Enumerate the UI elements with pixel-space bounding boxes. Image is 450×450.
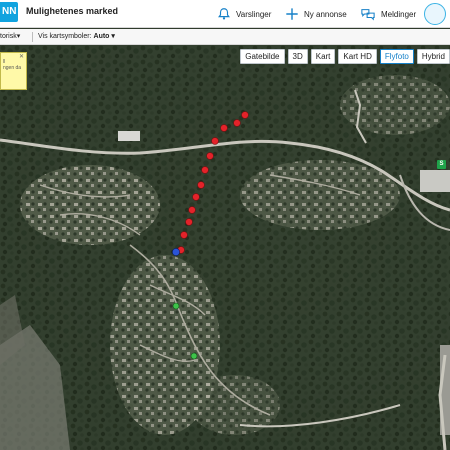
history-dropdown[interactable]: torisk▾ [0,32,20,40]
messages-label: Meldinger [381,9,417,19]
notifications-label: Varslinger [236,9,272,19]
map-type-3d[interactable]: 3D [287,49,308,64]
route-marker [197,181,205,189]
close-icon[interactable]: ✕ [19,54,24,60]
route-marker [185,218,193,226]
plus-icon [286,8,298,20]
chat-bubbles-icon [361,9,375,21]
map-symbols-value: Auto ▾ [93,33,115,40]
map-type-switcher: Gatebilde 3D Kart Kart HD Flyfoto Hybrid [237,49,450,64]
app-title[interactable]: Mulighetenes marked [26,6,118,16]
messages-button[interactable]: Meldinger [360,4,416,24]
site-logo[interactable]: NN [0,2,18,22]
map-type-kart-hd[interactable]: Kart HD [338,49,377,64]
map-type-flyfoto[interactable]: Flyfoto [379,49,414,64]
route-marker [220,124,228,132]
notifications-button[interactable]: Varslinger [217,4,271,24]
route-marker [201,166,209,174]
map-type-hybrid[interactable]: Hybrid [416,49,450,64]
green-poi-marker[interactable] [172,302,180,310]
map-toolbar: torisk▾ Vis kartsymboler: Auto ▾ [0,29,450,45]
route-marker [211,137,219,145]
map-type-gatebilde[interactable]: Gatebilde [240,49,285,64]
map-symbols-label: Vis kartsymboler: [38,33,92,40]
route-marker [241,111,249,119]
toolbar-divider [32,32,33,42]
route-marker [188,206,196,214]
route-marker [206,152,214,160]
current-position-marker[interactable] [172,248,180,256]
aerial-map[interactable] [0,45,450,450]
route-marker [180,231,188,239]
poi-badge-icon[interactable]: S [437,160,446,169]
top-header: NN Mulighetenes marked Varslinger Ny ann… [0,0,450,28]
info-popup: ✕ ll ngen da [0,52,27,90]
new-ad-button[interactable]: Ny annonse [285,4,347,24]
route-marker [192,193,200,201]
map-type-kart[interactable]: Kart [310,49,336,64]
new-ad-label: Ny annonse [304,9,347,19]
bell-icon [218,8,230,20]
route-marker [233,119,241,127]
aerial-imagery[interactable] [0,45,450,450]
map-symbols-dropdown[interactable]: Vis kartsymboler: Auto ▾ [38,32,115,40]
green-poi-marker[interactable] [190,352,198,360]
user-avatar-icon[interactable] [424,3,446,25]
popup-line: ngen da [3,65,22,71]
